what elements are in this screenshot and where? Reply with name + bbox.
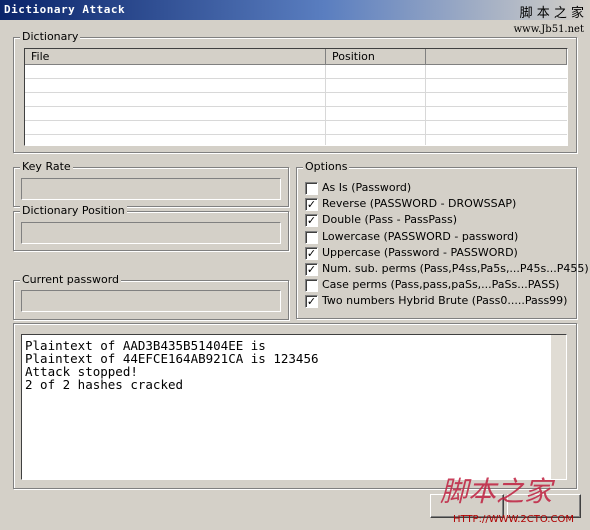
dictionary-list[interactable]: File Position bbox=[24, 48, 568, 146]
options-label: Options bbox=[303, 160, 350, 173]
dictionary-position-group: Dictionary Position bbox=[13, 204, 289, 251]
dictionary-position-label: Dictionary Position bbox=[20, 204, 127, 217]
list-item[interactable] bbox=[25, 107, 567, 121]
option-hybrid-brute-checkbox[interactable]: ✓ bbox=[305, 295, 318, 308]
option-as-is-label: As Is (Password) bbox=[322, 181, 412, 194]
option-double-checkbox[interactable]: ✓ bbox=[305, 214, 318, 227]
column-header-file[interactable]: File bbox=[25, 49, 326, 65]
watermark-bottom-url: HTTP://WWW.2CTO.COM bbox=[453, 514, 574, 525]
option-uppercase-label: Uppercase (Password - PASSWORD) bbox=[322, 246, 518, 259]
option-uppercase-checkbox[interactable]: ✓ bbox=[305, 247, 318, 260]
option-num-sub-perms-label: Num. sub. perms (Pass,P4ss,Pa5s,...P45s.… bbox=[322, 262, 589, 275]
window-title: Dictionary Attack bbox=[4, 3, 126, 16]
list-item[interactable] bbox=[25, 65, 567, 79]
dictionary-group: Dictionary File Position bbox=[13, 30, 577, 153]
current-password-label: Current password bbox=[20, 273, 122, 286]
watermark-logo: 脚本之家 bbox=[440, 475, 553, 508]
log-scrollbar[interactable] bbox=[550, 335, 566, 479]
option-hybrid-brute-label: Two numbers Hybrid Brute (Pass0.....Pass… bbox=[322, 294, 568, 307]
current-password-field bbox=[21, 290, 281, 312]
list-item[interactable] bbox=[25, 121, 567, 135]
key-rate-group: Key Rate bbox=[13, 160, 289, 207]
options-group: Options As Is (Password) ✓ Reverse (PASS… bbox=[296, 160, 589, 319]
list-item[interactable] bbox=[25, 93, 567, 107]
option-lowercase-label: Lowercase (PASSWORD - password) bbox=[322, 230, 519, 243]
column-header-position[interactable]: Position bbox=[326, 49, 426, 65]
watermark-url: www.Jb51.net bbox=[513, 24, 584, 35]
list-item[interactable] bbox=[25, 79, 567, 93]
column-header-blank[interactable] bbox=[426, 49, 567, 65]
option-reverse-checkbox[interactable]: ✓ bbox=[305, 198, 318, 211]
option-case-perms-checkbox[interactable] bbox=[305, 279, 318, 292]
option-as-is-checkbox[interactable] bbox=[305, 182, 318, 195]
option-reverse-label: Reverse (PASSWORD - DROWSSAP) bbox=[322, 197, 517, 210]
current-password-group: Current password bbox=[13, 273, 289, 320]
key-rate-field bbox=[21, 178, 281, 200]
option-num-sub-perms-checkbox[interactable]: ✓ bbox=[305, 263, 318, 276]
dictionary-label: Dictionary bbox=[20, 30, 81, 43]
watermark-text: 脚 本 之 家 bbox=[519, 6, 584, 21]
title-bar: Dictionary Attack bbox=[0, 0, 590, 20]
log-line: 2 of 2 hashes cracked bbox=[25, 377, 184, 392]
option-lowercase-checkbox[interactable] bbox=[305, 231, 318, 244]
option-double-label: Double (Pass - PassPass) bbox=[322, 213, 458, 226]
dictionary-position-field bbox=[21, 222, 281, 244]
log-group: Plaintext of AAD3B435B51404EE is Plainte… bbox=[13, 323, 577, 489]
option-case-perms-label: Case perms (Pass,pass,paSs,...PaSs...PAS… bbox=[322, 278, 560, 291]
key-rate-label: Key Rate bbox=[20, 160, 73, 173]
log-output[interactable]: Plaintext of AAD3B435B51404EE is Plainte… bbox=[21, 334, 567, 480]
